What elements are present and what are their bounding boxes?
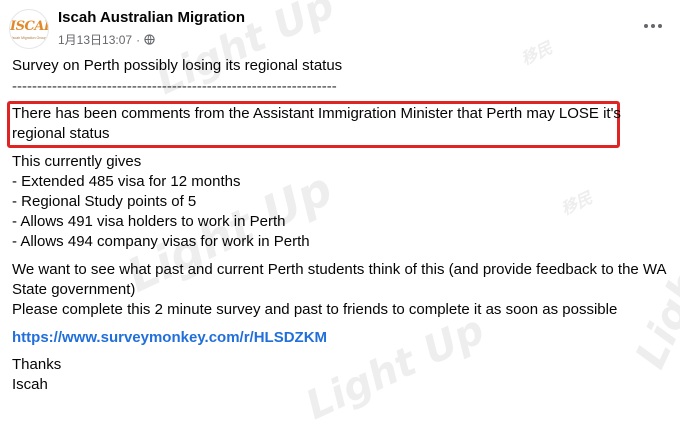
watermark-6: 移民 bbox=[558, 187, 596, 219]
watermark-5: 移民 bbox=[518, 37, 556, 69]
post-timestamp[interactable]: 1月13日13:07 bbox=[58, 31, 132, 48]
facebook-post: Light Up Light Up Light Up Light Up 移民 移… bbox=[0, 0, 680, 429]
post-meta: 1月13日13:07 · bbox=[58, 31, 155, 48]
avatar-logo-text: ISCAH bbox=[10, 19, 48, 34]
request-line-1: We want to see what past and current Per… bbox=[12, 261, 667, 278]
avatar-logo-sub: Iscah Migration Group bbox=[11, 36, 47, 40]
survey-link[interactable]: https://www.surveymonkey.com/r/HLSDZKM bbox=[12, 328, 327, 348]
post-divider: ----------------------------------------… bbox=[12, 78, 337, 95]
highlight-line-1: There has been comments from the Assista… bbox=[12, 105, 621, 122]
benefit-item: - Allows 494 company visas for work in P… bbox=[12, 233, 310, 250]
gives-intro: This currently gives bbox=[12, 153, 142, 170]
meta-separator: · bbox=[136, 32, 141, 47]
watermark-4: Light Up bbox=[299, 306, 492, 429]
request-line-3: Please complete this 2 minute survey and… bbox=[12, 301, 618, 318]
post-title: Survey on Perth possibly losing its regi… bbox=[12, 57, 343, 74]
highlight-line-2: regional status bbox=[12, 125, 110, 142]
more-options-icon[interactable] bbox=[638, 14, 668, 38]
sign-off-name: Iscah bbox=[12, 376, 48, 393]
page-name-link[interactable]: Iscah Australian Migration bbox=[58, 9, 245, 26]
benefit-item: - Extended 485 visa for 12 months bbox=[12, 173, 241, 190]
benefit-item: - Regional Study points of 5 bbox=[12, 193, 197, 210]
request-line-2: State government) bbox=[12, 281, 136, 298]
benefit-item: - Allows 491 visa holders to work in Per… bbox=[12, 213, 286, 230]
globe-icon[interactable] bbox=[144, 34, 155, 45]
sign-off-thanks: Thanks bbox=[12, 356, 62, 373]
page-avatar[interactable]: ISCAH Iscah Migration Group bbox=[9, 9, 49, 49]
